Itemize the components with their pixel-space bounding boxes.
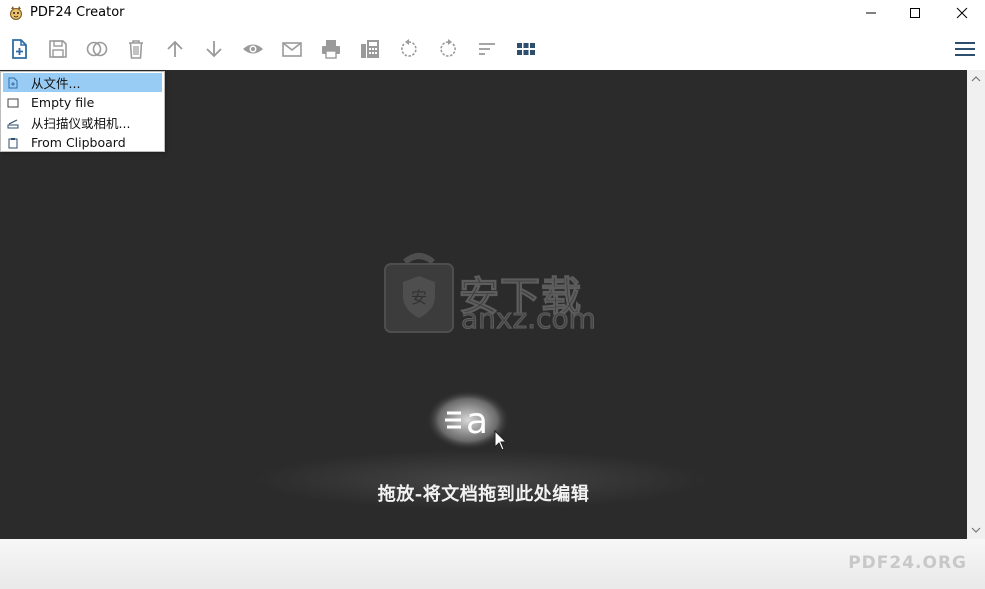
- close-icon: [956, 7, 968, 19]
- delete-button[interactable]: [123, 36, 149, 62]
- mail-icon: [282, 42, 302, 57]
- app-logo-icon: [10, 6, 22, 20]
- main-menu-button[interactable]: [952, 36, 978, 62]
- grid-view-button[interactable]: [513, 36, 539, 62]
- minimize-icon: [866, 12, 876, 14]
- close-button[interactable]: [939, 0, 985, 26]
- new-file-button[interactable]: [6, 36, 32, 62]
- eye-icon: [243, 44, 263, 54]
- trash-icon: [129, 40, 143, 59]
- title-bar: PDF24 Creator: [0, 0, 985, 26]
- fax-icon: [361, 40, 379, 58]
- drag-drop-icon: a: [426, 390, 510, 451]
- file-icon: [6, 76, 20, 90]
- menu-item-empty-file[interactable]: Empty file: [3, 93, 162, 112]
- fax-button[interactable]: [357, 36, 383, 62]
- menu-item-from-scanner[interactable]: 从扫描仪或相机...: [3, 113, 162, 132]
- printer-icon: [322, 40, 340, 59]
- vertical-scrollbar[interactable]: [967, 70, 985, 539]
- svg-text:安: 安: [411, 288, 427, 307]
- save-button[interactable]: [45, 36, 71, 62]
- maximize-icon: [910, 8, 920, 18]
- footer-brand-text[interactable]: PDF24.ORG: [848, 553, 967, 573]
- rotate-right-button[interactable]: [435, 36, 461, 62]
- hamburger-icon: [955, 42, 975, 56]
- move-down-button[interactable]: [201, 36, 227, 62]
- menu-item-from-clipboard[interactable]: From Clipboard: [3, 133, 162, 152]
- blank-page-icon: [6, 96, 20, 110]
- rotate-left-icon: [401, 39, 417, 57]
- clipboard-icon: [6, 136, 20, 150]
- move-up-button[interactable]: [162, 36, 188, 62]
- scroll-up-icon[interactable]: [971, 74, 981, 84]
- svg-text:a: a: [466, 401, 488, 442]
- scanner-icon: [6, 116, 20, 130]
- watermark-sub-text: anxz.com: [461, 302, 597, 336]
- grid-icon: [517, 43, 535, 55]
- arrow-up-icon: [167, 40, 183, 57]
- menu-item-from-file[interactable]: 从文件...: [3, 73, 162, 92]
- minimize-button[interactable]: [848, 0, 894, 26]
- add-file-dropdown-menu: 从文件... Empty file 从扫描仪或相机... From Clipbo…: [0, 71, 165, 152]
- watermark-shield-icon: 安: [384, 253, 454, 333]
- save-icon: [49, 40, 67, 58]
- menu-item-label: Empty file: [31, 95, 95, 110]
- menu-item-label: From Clipboard: [31, 135, 126, 150]
- drop-hint-text: 拖放-将文档拖到此处编辑: [377, 484, 590, 505]
- maximize-button[interactable]: [892, 0, 938, 26]
- email-button[interactable]: [279, 36, 305, 62]
- sort-icon: [479, 43, 495, 55]
- window-title: PDF24 Creator: [30, 5, 125, 20]
- footer-bar: PDF24.ORG: [0, 539, 985, 589]
- menu-item-label: 从文件...: [31, 76, 81, 91]
- arrow-down-icon: [206, 41, 222, 58]
- preview-button[interactable]: [240, 36, 266, 62]
- merge-button[interactable]: [84, 36, 110, 62]
- print-button[interactable]: [318, 36, 344, 62]
- file-plus-icon: [12, 39, 27, 59]
- toolbar: [0, 26, 985, 70]
- sort-button[interactable]: [474, 36, 500, 62]
- rotate-right-icon: [440, 39, 456, 57]
- rotate-left-button[interactable]: [396, 36, 422, 62]
- watermark: 安 安下载 anxz.com: [383, 252, 613, 336]
- scroll-down-icon[interactable]: [971, 525, 981, 535]
- merge-circles-icon: [86, 41, 108, 57]
- menu-item-label: 从扫描仪或相机...: [31, 116, 131, 131]
- pdf24-creator-window: PDF24 Creator 安 安下载 anxz.com a 拖放-将文档拖到此…: [0, 0, 985, 589]
